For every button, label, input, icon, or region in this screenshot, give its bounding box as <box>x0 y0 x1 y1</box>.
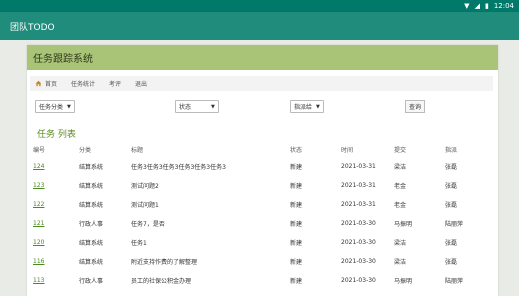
task-category: 结算系统 <box>79 164 104 171</box>
task-submitter: 老金 <box>394 183 407 190</box>
list-title: 任务 列表 <box>37 130 76 140</box>
column-header-title: 标题 <box>131 146 144 154</box>
content-area: 任务跟踪系统 首页 任务统计 考评 退出 任务分类 ▼ 状态 ▼ 指派给 ▼ 查… <box>0 40 519 296</box>
table-row: 122 结算系统 测试问题1 新建 2021-03-31 老金 张磊 <box>33 195 495 214</box>
task-title: 测试问题1 <box>131 202 159 209</box>
task-submitter: 梁洁 <box>394 259 407 266</box>
nav-label-home: 首页 <box>45 81 58 88</box>
task-category: 结算系统 <box>79 240 104 247</box>
task-id-link[interactable]: 116 <box>33 258 44 265</box>
nav-bar: 首页 任务统计 考评 退出 <box>30 76 493 91</box>
column-header-id: 编号 <box>33 146 46 154</box>
table-row: 120 结算系统 任务1 新建 2021-03-30 梁洁 张磊 <box>33 233 495 252</box>
card-header: 任务跟踪系统 <box>27 45 498 70</box>
task-title: 任务3任务3任务3任务3任务3任务3 <box>131 164 226 171</box>
task-title: 员工的社保公积金办理 <box>131 278 192 285</box>
wifi-icon: ▼ <box>464 1 470 10</box>
task-title: 任务7，是否 <box>131 221 165 228</box>
task-id-link[interactable]: 122 <box>33 201 44 208</box>
table-row: 124 结算系统 任务3任务3任务3任务3任务3任务3 新建 2021-03-3… <box>33 157 495 176</box>
battery-icon: ▮ <box>484 1 489 10</box>
table-row: 113 行政人事 员工的社保公积金办理 新建 2021-03-30 马振明 陆丽… <box>33 271 495 290</box>
task-submitter: 马振明 <box>394 278 413 285</box>
task-assignee: 陆丽萍 <box>445 221 464 228</box>
nav-label-stats: 任务统计 <box>71 81 96 88</box>
nav-item-home[interactable]: 首页 <box>35 79 57 88</box>
task-category: 结算系统 <box>79 183 104 190</box>
column-header-status: 状态 <box>290 146 303 154</box>
column-header-submitter: 提交 <box>394 146 407 154</box>
task-category: 结算系统 <box>79 259 104 266</box>
table-header-row: 编号 分类 标题 状态 时间 提交 指派 <box>33 141 495 157</box>
task-status: 新建 <box>290 278 303 285</box>
tracker-select-value: 指派给 <box>294 104 313 111</box>
status-select[interactable]: 状态 ▼ <box>175 100 219 113</box>
home-icon <box>35 80 42 87</box>
task-status: 新建 <box>290 221 303 228</box>
task-title: 测试问题2 <box>131 183 159 190</box>
task-id-link[interactable]: 120 <box>33 239 44 246</box>
nav-label-logout: 退出 <box>135 81 148 88</box>
task-assignee: 张磊 <box>445 183 458 190</box>
task-id-link[interactable]: 121 <box>33 220 44 227</box>
card-title: 任务跟踪系统 <box>33 54 93 65</box>
task-assignee: 张磊 <box>445 259 458 266</box>
task-assignee: 张磊 <box>445 240 458 247</box>
table-row: 121 行政人事 任务7，是否 新建 2021-03-30 马振明 陆丽萍 <box>33 214 495 233</box>
task-status: 新建 <box>290 240 303 247</box>
column-header-time: 时间 <box>341 146 354 154</box>
column-header-assignee: 指派 <box>445 146 458 154</box>
task-submitter: 梁洁 <box>394 240 407 247</box>
task-time: 2021-03-30 <box>341 258 376 265</box>
status-bar: ▼ ◢ ▮ 12:04 <box>0 0 519 12</box>
chevron-down-icon: ▼ <box>67 103 71 110</box>
chevron-down-icon: ▼ <box>211 103 215 110</box>
task-assignee: 陆丽萍 <box>445 278 464 285</box>
filter-bar: 任务分类 ▼ 状态 ▼ 指派给 ▼ 查询 <box>35 100 495 114</box>
nav-item-logout[interactable]: 退出 <box>135 79 147 88</box>
status-time: 12:04 <box>493 2 514 10</box>
task-id-link[interactable]: 124 <box>33 163 44 170</box>
task-status: 新建 <box>290 202 303 209</box>
task-assignee: 张磊 <box>445 164 458 171</box>
task-category: 结算系统 <box>79 202 104 209</box>
query-button-label: 查询 <box>409 104 422 111</box>
task-title: 任务1 <box>131 240 147 247</box>
task-submitter: 梁洁 <box>394 164 407 171</box>
task-time: 2021-03-30 <box>341 277 376 284</box>
task-status: 新建 <box>290 259 303 266</box>
task-title: 附近支持作费的了解整理 <box>131 259 198 266</box>
task-status: 新建 <box>290 183 303 190</box>
task-category: 行政人事 <box>79 221 104 228</box>
nav-item-stats[interactable]: 任务统计 <box>71 79 95 88</box>
table-row: 123 结算系统 测试问题2 新建 2021-03-31 老金 张磊 <box>33 176 495 195</box>
task-category: 行政人事 <box>79 278 104 285</box>
task-card: 任务跟踪系统 首页 任务统计 考评 退出 任务分类 ▼ 状态 ▼ 指派给 ▼ 查… <box>27 45 498 296</box>
task-id-link[interactable]: 113 <box>33 277 44 284</box>
task-id-link[interactable]: 123 <box>33 182 44 189</box>
task-submitter: 老金 <box>394 202 407 209</box>
task-assignee: 张磊 <box>445 202 458 209</box>
status-select-value: 状态 <box>179 104 192 111</box>
signal-icon: ◢ <box>474 1 480 10</box>
category-select[interactable]: 任务分类 ▼ <box>35 100 75 113</box>
task-time: 2021-03-30 <box>341 239 376 246</box>
chevron-down-icon: ▼ <box>316 103 320 110</box>
table-row: 116 结算系统 附近支持作费的了解整理 新建 2021-03-30 梁洁 张磊 <box>33 252 495 271</box>
app-bar: 团队TODO <box>0 12 519 40</box>
column-header-category: 分类 <box>79 146 92 154</box>
task-submitter: 马振明 <box>394 221 413 228</box>
task-time: 2021-03-31 <box>341 201 376 208</box>
task-time: 2021-03-31 <box>341 182 376 189</box>
tracker-select[interactable]: 指派给 ▼ <box>290 100 324 113</box>
category-select-value: 任务分类 <box>39 104 64 111</box>
task-status: 新建 <box>290 164 303 171</box>
query-button[interactable]: 查询 <box>405 100 426 113</box>
nav-label-review: 考评 <box>109 81 122 88</box>
app-title: 团队TODO <box>10 22 55 33</box>
task-time: 2021-03-31 <box>341 163 376 170</box>
task-time: 2021-03-30 <box>341 220 376 227</box>
nav-item-review[interactable]: 考评 <box>109 79 121 88</box>
task-table: 编号 分类 标题 状态 时间 提交 指派 124 结算系统 任务3任务3任务3任… <box>33 141 495 290</box>
